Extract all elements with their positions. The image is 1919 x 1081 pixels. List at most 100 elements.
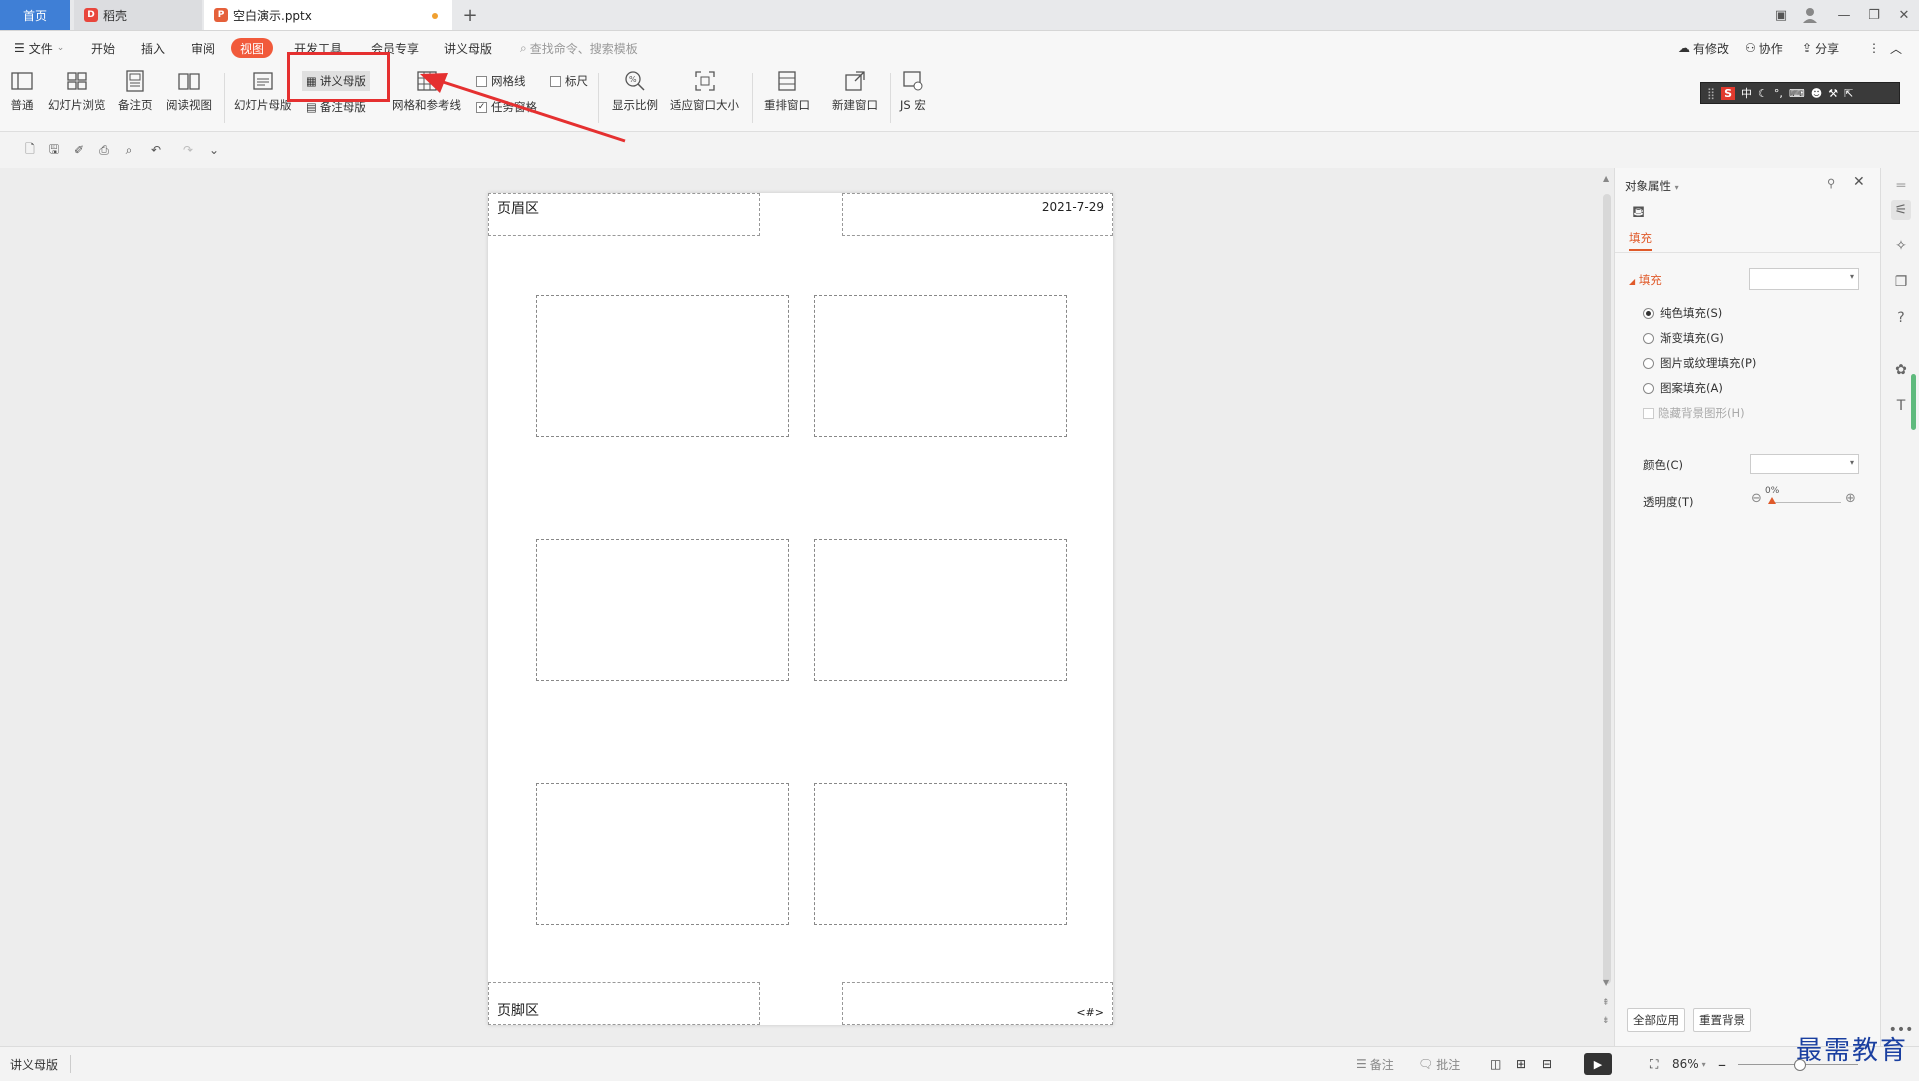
tab-start[interactable]: 开始 xyxy=(91,31,115,65)
sorter-view-status-icon[interactable]: ⊞ xyxy=(1516,1047,1526,1081)
close-panel-icon[interactable]: ✕ xyxy=(1853,174,1865,190)
slide-placeholder[interactable] xyxy=(536,295,789,437)
minimize-icon[interactable]: — xyxy=(1831,3,1857,27)
fill-bucket-icon[interactable]: ⛾ xyxy=(1632,202,1645,223)
next-page-icon[interactable]: ⇟ xyxy=(1602,1016,1610,1026)
restore-icon[interactable]: ❐ xyxy=(1861,3,1887,27)
changes-button[interactable]: ☁ 有修改 xyxy=(1678,31,1729,65)
fill-type-dropdown[interactable] xyxy=(1749,268,1859,290)
macro-icon xyxy=(903,71,923,91)
collaborate-button[interactable]: ⚇ 协作 xyxy=(1745,31,1783,65)
picture-fill-radio[interactable] xyxy=(1643,357,1654,369)
reading-view-button[interactable]: 阅读视图 xyxy=(166,69,212,113)
more-icon[interactable]: ⋮ xyxy=(1868,31,1880,65)
slider-handle[interactable] xyxy=(1768,497,1776,504)
properties-icon[interactable]: ⚟ xyxy=(1891,200,1911,220)
comments-button[interactable]: 🗨 批注 xyxy=(1418,1047,1460,1081)
customize-icon[interactable]: ⌄ xyxy=(206,142,222,158)
slide-placeholder[interactable] xyxy=(814,539,1067,681)
undo-icon[interactable]: ↶ xyxy=(148,142,164,158)
footer-placeholder[interactable]: 页脚区 xyxy=(488,982,760,1025)
picture-fill-option[interactable]: 图片或纹理填充(P) xyxy=(1643,355,1756,371)
new-window-button[interactable]: 新建窗口 xyxy=(832,69,878,113)
reset-background-button[interactable]: 重置背景 xyxy=(1693,1008,1751,1032)
redo-icon[interactable]: ↷ xyxy=(180,142,196,158)
color-dropdown[interactable] xyxy=(1750,454,1859,474)
vertical-scrollbar[interactable]: ▲ ▼ ⇞ ⇟ xyxy=(1600,168,1614,1046)
decrease-icon[interactable]: ⊖ xyxy=(1751,491,1762,506)
transparency-slider[interactable] xyxy=(1771,502,1841,503)
normal-view-status-icon[interactable]: ◫ xyxy=(1490,1047,1501,1081)
notes-page-button[interactable]: 备注页 xyxy=(118,69,153,113)
apply-all-button[interactable]: 全部应用 xyxy=(1627,1008,1685,1032)
new-tab-button[interactable]: + xyxy=(458,3,482,27)
pin-icon[interactable]: ⚲ xyxy=(1827,176,1835,190)
palette-icon[interactable]: ✿ xyxy=(1891,360,1911,380)
zoom-out-icon[interactable]: – xyxy=(1718,1047,1726,1081)
play-button[interactable]: ▶ xyxy=(1584,1047,1612,1081)
gradient-fill-radio[interactable] xyxy=(1643,332,1654,344)
hide-bg-checkbox[interactable] xyxy=(1643,407,1654,419)
scroll-down-icon[interactable]: ▼ xyxy=(1603,978,1609,987)
notes-button[interactable]: ☰ 备注 xyxy=(1356,1047,1394,1081)
date-text: 2021-7-29 xyxy=(1041,200,1104,214)
slide-placeholder[interactable] xyxy=(536,539,789,681)
hide-bg-option[interactable]: 隐藏背景图形(H) xyxy=(1643,405,1745,421)
ime-toolbar[interactable]: ⣿ S 中 ☾ °, ⌨ ☻ ⚒ ⇱ xyxy=(1700,82,1900,104)
js-macro-button[interactable]: JS 宏 xyxy=(900,69,926,113)
share-button[interactable]: ⇪ 分享 xyxy=(1802,31,1839,65)
window-layout-icon[interactable]: ▣ xyxy=(1768,3,1794,27)
handout-page[interactable]: 页眉区 2021-7-29 页脚区 <#> xyxy=(488,193,1113,1025)
slide-master-button[interactable]: 幻灯片母版 xyxy=(234,69,292,113)
drag-handle-icon[interactable]: ═ xyxy=(1891,176,1911,196)
slide-placeholder[interactable] xyxy=(814,295,1067,437)
tab-home[interactable]: 首页 xyxy=(0,0,70,30)
header-placeholder[interactable]: 页眉区 xyxy=(488,193,760,236)
reading-view-status-icon[interactable]: ⊟ xyxy=(1542,1047,1552,1081)
fill-section-header[interactable]: ◢ 填充 xyxy=(1629,272,1662,288)
zoom-level[interactable]: 86% ▾ xyxy=(1672,1047,1706,1081)
slide-placeholder[interactable] xyxy=(536,783,789,925)
tab-daoke[interactable]: D 稻壳 xyxy=(74,0,202,30)
slide-placeholder[interactable] xyxy=(814,783,1067,925)
close-icon[interactable]: ✕ xyxy=(1891,3,1917,27)
prev-page-icon[interactable]: ⇞ xyxy=(1602,998,1610,1008)
normal-view-icon xyxy=(11,72,33,90)
tab-review-label: 审阅 xyxy=(191,41,216,56)
file-menu[interactable]: ☰ 文件 ⌄ xyxy=(14,31,64,65)
solid-fill-option[interactable]: 纯色填充(S) xyxy=(1643,305,1722,321)
tab-fill[interactable]: 填充 xyxy=(1629,230,1652,251)
solid-fill-radio[interactable] xyxy=(1643,307,1654,319)
avatar[interactable] xyxy=(1797,3,1823,27)
tab-view[interactable]: 视图 xyxy=(231,38,274,58)
save-icon[interactable]: 🖫 xyxy=(46,142,62,158)
changes-label: 有修改 xyxy=(1693,41,1730,56)
new-file-icon[interactable]: 🗋 xyxy=(22,142,38,158)
panel-title[interactable]: 对象属性 ▾ xyxy=(1625,178,1679,194)
slide-browse-button[interactable]: 幻灯片浏览 xyxy=(48,69,106,113)
tab-document[interactable]: P 空白演示.pptx xyxy=(204,0,452,30)
help-icon[interactable]: ? xyxy=(1891,308,1911,328)
page-number-placeholder[interactable]: <#> xyxy=(842,982,1113,1025)
pattern-fill-radio[interactable] xyxy=(1643,382,1654,394)
pin-tool-icon[interactable]: ✧ xyxy=(1891,236,1911,256)
scroll-thumb[interactable] xyxy=(1603,194,1611,984)
search-icon: ⌕ xyxy=(520,40,527,55)
collapse-ribbon-icon[interactable]: ︿ xyxy=(1890,31,1902,65)
slides-icon[interactable]: ❐ xyxy=(1891,272,1911,292)
increase-icon[interactable]: ⊕ xyxy=(1845,491,1856,506)
gradient-fill-option[interactable]: 渐变填充(G) xyxy=(1643,330,1724,346)
fit-zoom-icon[interactable]: ⛶ xyxy=(1650,1047,1658,1081)
format-painter-icon[interactable]: ✐ xyxy=(71,142,87,158)
fit-window-button[interactable]: 适应窗口大小 xyxy=(670,69,739,113)
tab-insert[interactable]: 插入 xyxy=(141,31,165,65)
print-icon[interactable]: ⎙ xyxy=(96,142,112,158)
pattern-fill-option[interactable]: 图案填充(A) xyxy=(1643,380,1723,396)
tab-review[interactable]: 审阅 xyxy=(191,31,215,65)
date-placeholder[interactable]: 2021-7-29 xyxy=(842,193,1113,236)
scroll-up-icon[interactable]: ▲ xyxy=(1603,174,1609,183)
print-preview-icon[interactable]: ⌕ xyxy=(121,142,137,158)
text-icon[interactable]: T xyxy=(1891,396,1911,416)
normal-view-button[interactable]: 普通 xyxy=(10,69,34,113)
arrange-window-button[interactable]: 重排窗口 xyxy=(764,69,810,113)
